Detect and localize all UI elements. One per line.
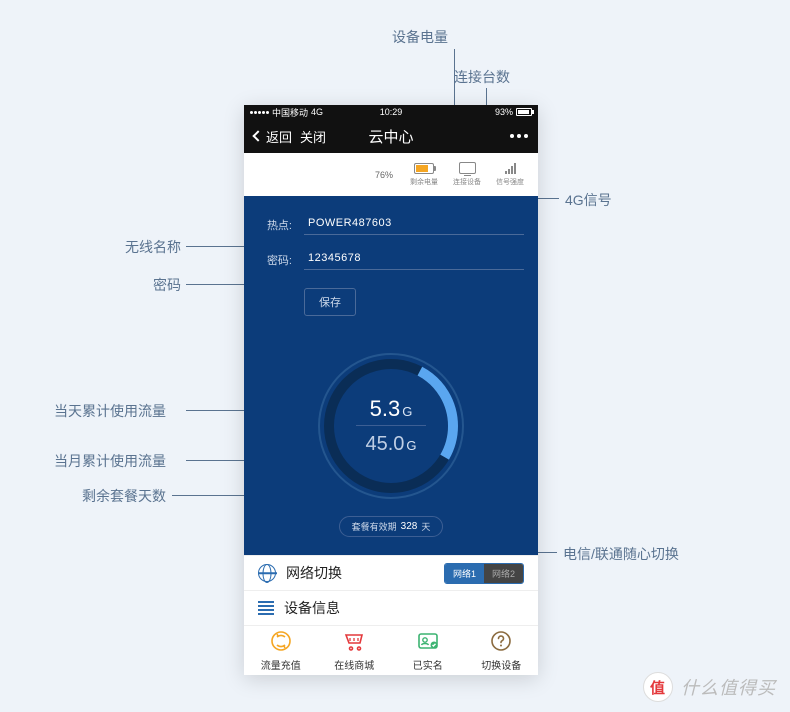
network2-option[interactable]: 网络2 bbox=[484, 564, 523, 583]
anno-signal: 4G信号 bbox=[565, 190, 612, 210]
network-switch-row[interactable]: 网络切换 网络1 网络2 bbox=[244, 555, 538, 590]
id-verified-icon bbox=[416, 629, 440, 653]
ssid-input[interactable]: POWER487603 bbox=[304, 214, 524, 235]
anno-connections: 连接台数 bbox=[454, 67, 510, 87]
tab-shop-label: 在线商城 bbox=[334, 657, 374, 672]
divider bbox=[356, 425, 426, 426]
globe-icon bbox=[258, 564, 276, 582]
tab-recharge[interactable]: 流量充值 bbox=[244, 626, 318, 675]
password-row: 密码: 12345678 bbox=[258, 249, 524, 270]
ssid-label: 热点: bbox=[258, 217, 292, 233]
password-input[interactable]: 12345678 bbox=[304, 249, 524, 270]
wifi-settings-panel: 热点: POWER487603 密码: 12345678 保存 bbox=[244, 196, 538, 334]
watermark-text: 什么值得买 bbox=[681, 674, 776, 700]
ssid-row: 热点: POWER487603 bbox=[258, 214, 524, 235]
battery-label: 剩余电量 bbox=[410, 177, 438, 187]
signal-bars-icon bbox=[505, 162, 516, 174]
usage-gauge-panel: 5.3G 45.0G 套餐有效期 328 天 bbox=[244, 334, 538, 555]
phone-frame: 中国移动 4G 10:29 93% 返回 关闭 云中心 76% 剩余电量 连接设 bbox=[244, 105, 538, 675]
carrier-label: 中国移动 bbox=[272, 106, 308, 119]
signal-dots-icon bbox=[250, 111, 269, 114]
monthly-usage-value: 45.0G bbox=[365, 433, 416, 456]
device-info-row[interactable]: 设备信息 bbox=[244, 590, 538, 625]
tab-shop[interactable]: 在线商城 bbox=[318, 626, 392, 675]
nav-bar: 返回 关闭 云中心 bbox=[244, 120, 538, 153]
status-bar: 中国移动 4G 10:29 93% bbox=[244, 105, 538, 120]
anno-ssid: 无线名称 bbox=[125, 237, 181, 257]
list-icon bbox=[258, 601, 274, 615]
battery-status: 剩余电量 bbox=[410, 163, 438, 187]
tab-recharge-label: 流量充值 bbox=[261, 657, 301, 672]
network-switch-label: 网络切换 bbox=[286, 563, 342, 583]
daily-usage-value: 5.3G bbox=[370, 396, 413, 422]
network-toggle[interactable]: 网络1 网络2 bbox=[444, 563, 524, 584]
anno-password: 密码 bbox=[153, 275, 181, 295]
page-title: 云中心 bbox=[244, 126, 538, 147]
battery-icon bbox=[414, 163, 434, 174]
device-icon bbox=[459, 162, 476, 174]
recharge-icon bbox=[269, 629, 293, 653]
network1-option[interactable]: 网络1 bbox=[445, 564, 484, 583]
tab-switch-label: 切换设备 bbox=[481, 657, 521, 672]
battery-percent-small: 76% bbox=[375, 170, 393, 180]
anno-battery: 设备电量 bbox=[392, 27, 448, 47]
question-icon bbox=[489, 629, 513, 653]
save-button[interactable]: 保存 bbox=[304, 288, 356, 316]
device-status-strip: 76% 剩余电量 连接设备 信号强度 bbox=[244, 153, 538, 196]
device-label: 连接设备 bbox=[453, 177, 481, 187]
password-label: 密码: bbox=[258, 252, 292, 268]
usage-gauge: 5.3G 45.0G bbox=[311, 346, 471, 506]
tab-realname[interactable]: 已实名 bbox=[391, 626, 465, 675]
signal-strength: 信号强度 bbox=[496, 162, 524, 187]
watermark: 值 什么值得买 bbox=[643, 672, 776, 702]
network-label: 4G bbox=[311, 107, 323, 117]
tab-bar: 流量充值 在线商城 已实名 切换设备 bbox=[244, 625, 538, 675]
more-button[interactable] bbox=[510, 134, 528, 138]
battery-icon bbox=[516, 108, 532, 116]
anno-days: 剩余套餐天数 bbox=[82, 486, 166, 506]
anno-monthly: 当月累计使用流量 bbox=[54, 451, 166, 471]
tab-switch-device[interactable]: 切换设备 bbox=[465, 626, 539, 675]
battery-percent: 93% bbox=[495, 107, 513, 117]
tab-realname-label: 已实名 bbox=[413, 657, 443, 672]
signal-label: 信号强度 bbox=[496, 177, 524, 187]
device-info-label: 设备信息 bbox=[284, 598, 340, 618]
plan-validity: 套餐有效期 328 天 bbox=[339, 516, 444, 537]
anno-netswitch: 电信/联通随心切换 bbox=[563, 544, 679, 564]
cart-icon bbox=[342, 629, 366, 653]
watermark-badge: 值 bbox=[643, 672, 673, 702]
connected-devices: 连接设备 bbox=[453, 162, 481, 187]
anno-daily: 当天累计使用流量 bbox=[54, 401, 166, 421]
